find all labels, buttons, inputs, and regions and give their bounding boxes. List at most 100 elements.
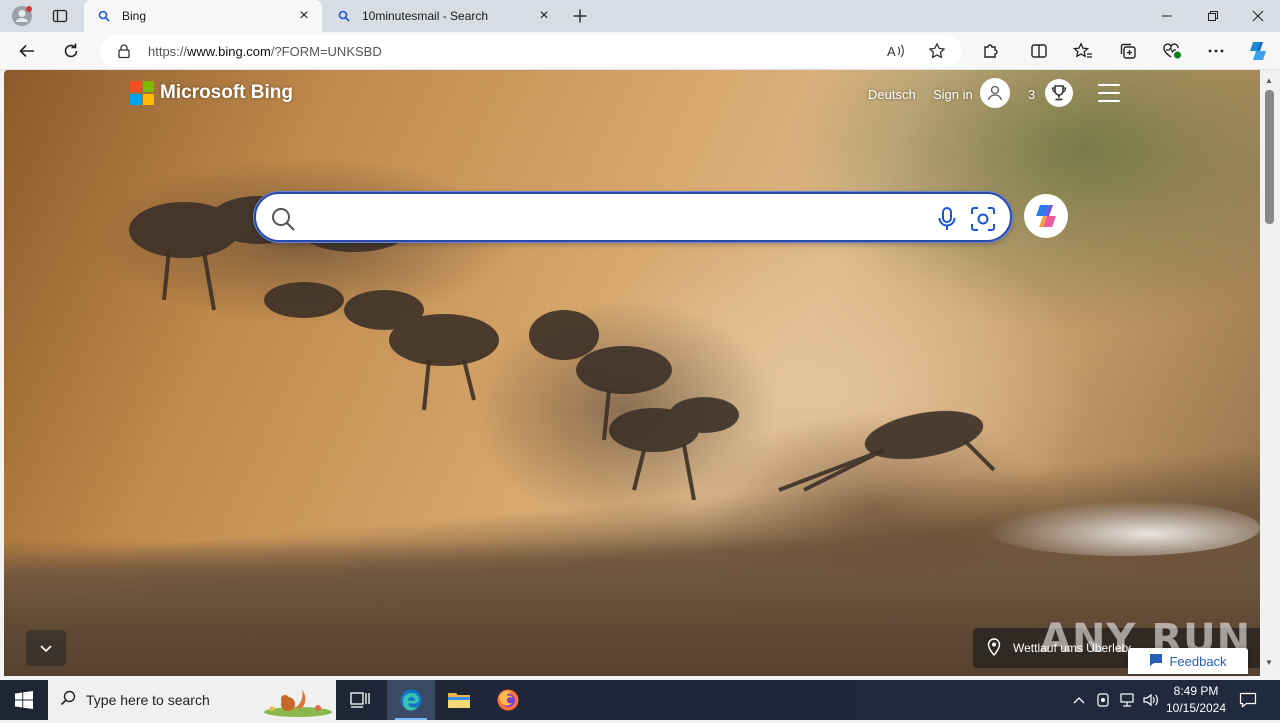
split-screen-button[interactable] <box>1024 36 1054 66</box>
profile-button[interactable] <box>2 0 42 32</box>
clock-date: 10/15/2024 <box>1165 701 1227 715</box>
location-pin-icon <box>987 637 1001 659</box>
hamburger-menu-icon[interactable] <box>1098 84 1120 102</box>
settings-more-button[interactable] <box>1201 36 1231 66</box>
tab-bing[interactable]: Bing × <box>84 0 322 32</box>
avatar[interactable] <box>980 78 1010 108</box>
task-view-button[interactable] <box>336 680 384 720</box>
microphone-icon[interactable] <box>936 206 958 237</box>
taskbar-edge[interactable] <box>387 680 435 720</box>
read-aloud-icon[interactable]: A <box>886 42 906 65</box>
microsoft-logo-icon <box>130 81 154 105</box>
windows-logo-icon <box>15 691 33 709</box>
taskbar-search-box[interactable]: Type here to search <box>48 680 336 720</box>
puzzle-icon <box>984 44 998 58</box>
page-scrollbar[interactable]: ▲ ▼ <box>1260 70 1280 676</box>
minimize-icon <box>1162 15 1172 17</box>
close-tab-icon[interactable]: × <box>536 8 552 24</box>
heart-pulse-icon <box>1163 43 1181 59</box>
background-image-wildebeest <box>129 196 996 501</box>
plus-icon <box>573 9 587 23</box>
rewards-points[interactable]: 3 <box>1028 87 1035 102</box>
tab-title: 10minutesmail - Search <box>362 9 489 23</box>
lock-icon[interactable] <box>116 43 132 64</box>
taskbar-search-placeholder: Type here to search <box>86 692 210 708</box>
close-tab-icon[interactable]: × <box>296 8 312 24</box>
user-icon <box>987 85 1003 101</box>
tab-actions-icon <box>52 9 68 23</box>
sign-in-link[interactable]: Sign in <box>933 87 973 102</box>
search-box[interactable] <box>254 192 1012 242</box>
collections-icon <box>1120 43 1136 59</box>
copilot-button[interactable] <box>1024 194 1068 238</box>
taskbar-firefox[interactable] <box>484 680 532 720</box>
scrollbar-thumb[interactable] <box>1265 90 1274 224</box>
browser-essentials-button[interactable] <box>1157 36 1187 66</box>
bing-brand[interactable]: Microsoft Bing <box>130 80 293 106</box>
network-icon[interactable] <box>1116 680 1138 720</box>
close-icon <box>1252 10 1264 22</box>
minimize-button[interactable] <box>1144 0 1190 32</box>
system-clock[interactable]: 8:49 PM 10/15/2024 <box>1160 683 1232 717</box>
copilot-icon <box>1250 42 1266 60</box>
copilot-sidebar-button[interactable] <box>1243 36 1273 66</box>
scroll-down-icon[interactable]: ▼ <box>1265 658 1273 667</box>
extensions-button[interactable] <box>976 36 1006 66</box>
edge-icon <box>400 689 422 711</box>
url-text: https://www.bing.com/?FORM=UNKSBD <box>148 44 382 59</box>
profile-icon <box>12 6 32 26</box>
address-bar[interactable]: https://www.bing.com/?FORM=UNKSBD A <box>100 35 962 67</box>
favorites-icon <box>1073 42 1092 58</box>
folder-icon <box>448 693 470 708</box>
show-hidden-icons-button[interactable] <box>1068 680 1090 720</box>
action-center-button[interactable] <box>1234 680 1262 720</box>
refresh-icon <box>64 43 78 58</box>
language-link[interactable]: Deutsch <box>868 87 916 102</box>
search-input[interactable] <box>306 206 926 230</box>
volume-icon[interactable] <box>1140 680 1162 720</box>
visual-search-icon[interactable] <box>970 206 996 237</box>
expand-feed-button[interactable] <box>26 630 66 666</box>
clock-time: 8:49 PM <box>1173 684 1219 698</box>
taskbar-file-explorer[interactable] <box>435 680 483 720</box>
split-screen-icon <box>1031 44 1047 58</box>
security-tray-icon[interactable] <box>1092 680 1114 720</box>
browser-toolbar: https://www.bing.com/?FORM=UNKSBD A <box>0 32 1280 70</box>
brand-name: Microsoft Bing <box>160 82 293 103</box>
tab-strip: Bing × 10minutesmail - Search × <box>0 0 1280 32</box>
feedback-label: Feedback <box>1169 653 1227 669</box>
new-tab-button[interactable] <box>560 0 600 32</box>
tab-10minutesmail-search[interactable]: 10minutesmail - Search × <box>324 0 562 32</box>
feedback-button[interactable]: Feedback <box>1128 648 1248 674</box>
search-icon[interactable] <box>270 206 296 237</box>
close-window-button[interactable] <box>1236 0 1280 32</box>
trophy-icon <box>1051 85 1067 101</box>
tab-title: Bing <box>122 9 147 23</box>
favorites-button[interactable] <box>1068 36 1098 66</box>
favorite-star-icon[interactable] <box>928 42 946 65</box>
bing-homepage: Microsoft Bing Deutsch Sign in 3 Wettlau… <box>4 70 1260 676</box>
collections-button[interactable] <box>1113 36 1143 66</box>
search-icon <box>336 8 352 24</box>
restore-icon <box>1208 11 1218 21</box>
start-button[interactable] <box>0 680 48 720</box>
windows-taskbar: Type here to search 8:49 PM 10/15/2024 <box>0 680 1280 720</box>
more-dots-icon <box>1208 49 1224 53</box>
firefox-icon <box>497 689 519 711</box>
svg-text:A: A <box>887 44 896 59</box>
chevron-down-icon <box>40 645 52 653</box>
tab-actions-button[interactable] <box>40 0 80 32</box>
search-icon <box>60 690 76 711</box>
squirrel-illustration-icon <box>258 682 334 723</box>
scroll-up-icon[interactable]: ▲ <box>1265 76 1273 85</box>
restore-button[interactable] <box>1190 0 1236 32</box>
copilot-icon <box>1036 205 1056 227</box>
rewards-button[interactable] <box>1045 79 1073 107</box>
search-icon <box>96 8 112 24</box>
refresh-button[interactable] <box>56 36 86 66</box>
chat-bubble-icon <box>1149 653 1163 670</box>
chevron-up-icon <box>1073 697 1085 704</box>
back-button[interactable] <box>12 36 42 66</box>
back-arrow-icon <box>19 44 34 58</box>
notification-icon <box>1239 692 1257 708</box>
